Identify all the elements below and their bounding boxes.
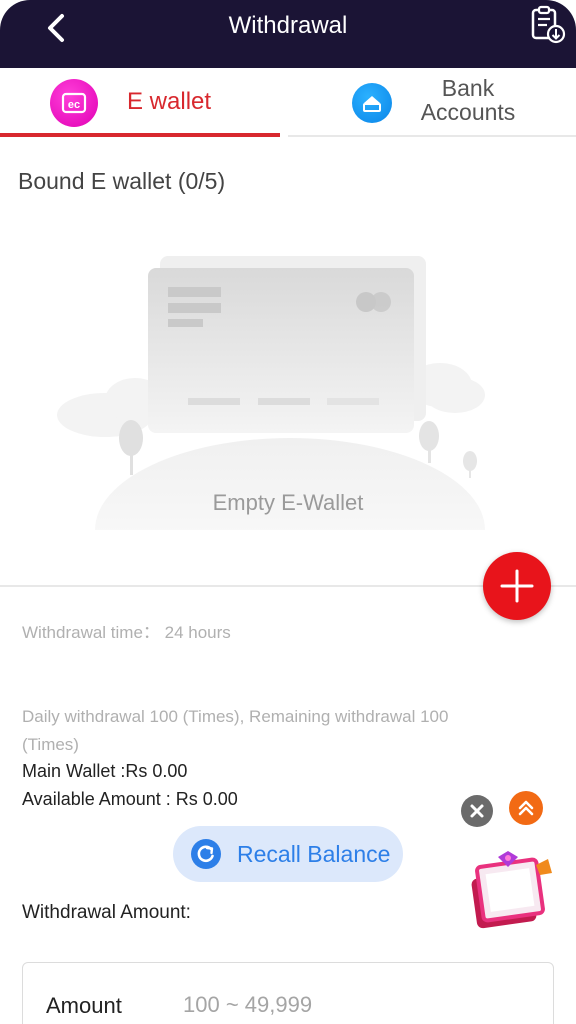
- main-wallet-balance: Main Wallet :Rs 0.00: [22, 761, 188, 781]
- ewallet-icon: ec: [50, 79, 98, 127]
- add-ewallet-button[interactable]: [483, 552, 551, 620]
- empty-wallet-illustration: [55, 240, 485, 622]
- active-tab-indicator: [0, 133, 280, 137]
- close-icon: [470, 804, 484, 818]
- double-chevron-up-icon: [518, 800, 534, 816]
- daily-withdrawal-text-line1: Daily withdrawal 100 (Times), Remaining …: [22, 707, 449, 726]
- scroll-up-button[interactable]: [509, 791, 543, 825]
- tab-ewallet[interactable]: ec E wallet: [0, 68, 280, 138]
- tab-bank-accounts[interactable]: Bank Accounts: [288, 68, 576, 138]
- tab-ewallet-label: E wallet: [127, 88, 212, 115]
- withdrawal-amount-label: Withdrawal Amount:: [22, 902, 191, 923]
- tab-bank-label: Bank Accounts: [416, 76, 520, 124]
- recall-balance-button[interactable]: Recall Balance: [173, 826, 403, 882]
- promo-gift-button[interactable]: [468, 845, 558, 935]
- close-float-button[interactable]: [461, 795, 493, 827]
- amount-field-container: Amount: [22, 962, 554, 1024]
- refresh-icon: [191, 839, 221, 869]
- recall-balance-label: Recall Balance: [237, 841, 391, 867]
- available-amount: Available Amount : Rs 0.00: [22, 789, 238, 809]
- gift-box-icon: [471, 851, 552, 929]
- tab-divider: [288, 135, 576, 137]
- withdrawal-record-button[interactable]: [528, 4, 568, 46]
- empty-wallet-text: Empty E-Wallet: [212, 490, 364, 515]
- wallet-tabs: ec E wallet Bank Accounts: [0, 68, 576, 138]
- bank-card-icon: [352, 83, 392, 123]
- daily-withdrawal-text-line2: (Times): [22, 735, 79, 754]
- page-title: Withdrawal: [228, 12, 348, 39]
- header-bar: Withdrawal: [0, 0, 576, 68]
- amount-input[interactable]: [183, 989, 523, 1021]
- svg-text:ec: ec: [68, 99, 80, 111]
- withdrawal-time-text: Withdrawal time： 24 hours: [22, 623, 231, 642]
- tab-bank-label-line1: Bank: [441, 75, 495, 101]
- plus-icon: [500, 569, 534, 603]
- bound-ewallet-title: Bound E wallet (0/5): [18, 168, 226, 194]
- tab-bank-label-line2: Accounts: [420, 99, 516, 125]
- clipboard-download-icon: [531, 5, 566, 44]
- amount-field-label: Amount: [46, 993, 122, 1018]
